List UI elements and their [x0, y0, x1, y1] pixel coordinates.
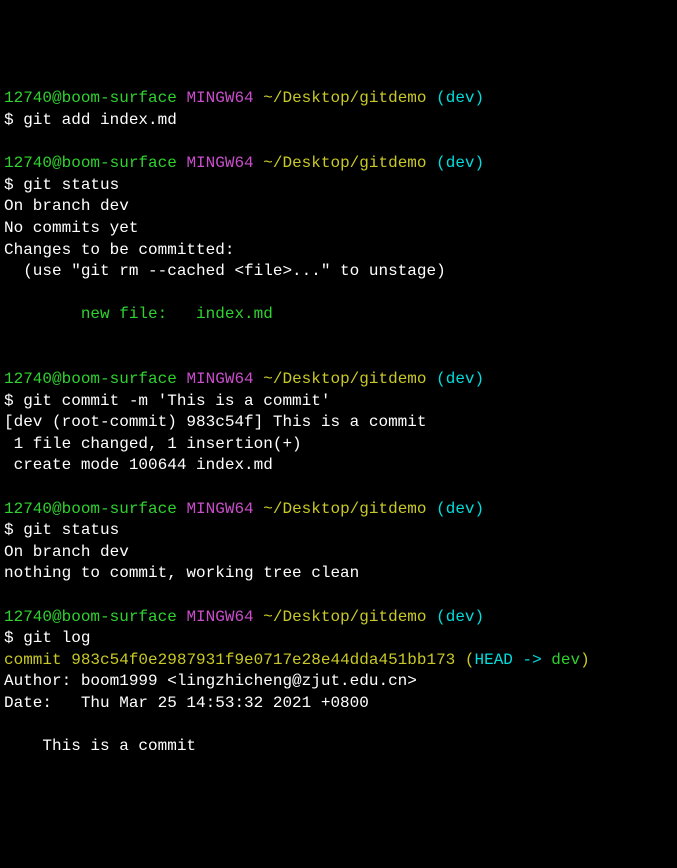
output-line: (use "git rm --cached <file>..." to unst…: [4, 261, 673, 283]
output-line: [dev (root-commit) 983c54f] This is a co…: [4, 412, 673, 434]
commit-hash: 983c54f0e2987931f9e0717e28e44dda451bb173: [71, 651, 455, 669]
branch-name: (dev): [436, 370, 484, 388]
prompt-line: 12740@boom-surface MINGW64 ~/Desktop/git…: [4, 499, 673, 521]
user-host: 12740@boom-surface: [4, 370, 177, 388]
user-host: 12740@boom-surface: [4, 154, 177, 172]
command-line: $ git log: [4, 628, 673, 650]
shell-name: MINGW64: [186, 500, 253, 518]
cwd-path: ~/Desktop/gitdemo: [263, 500, 426, 518]
branch-name: (dev): [436, 608, 484, 626]
prompt-line: 12740@boom-surface MINGW64 ~/Desktop/git…: [4, 607, 673, 629]
blank-line: [4, 283, 673, 305]
command-line: $ git commit -m 'This is a commit': [4, 391, 673, 413]
user-host: 12740@boom-surface: [4, 608, 177, 626]
commit-label: commit: [4, 651, 71, 669]
output-line: No commits yet: [4, 218, 673, 240]
output-line: On branch dev: [4, 196, 673, 218]
blank-line: [4, 477, 673, 499]
prompt-line: 12740@boom-surface MINGW64 ~/Desktop/git…: [4, 153, 673, 175]
ref-open: (: [455, 651, 474, 669]
cwd-path: ~/Desktop/gitdemo: [263, 154, 426, 172]
author-line: Author: boom1999 <lingzhicheng@zjut.edu.…: [4, 671, 673, 693]
commit-line: commit 983c54f0e2987931f9e0717e28e44dda4…: [4, 650, 673, 672]
staged-file-line: new file: index.md: [4, 304, 673, 326]
output-line: 1 file changed, 1 insertion(+): [4, 434, 673, 456]
cwd-path: ~/Desktop/gitdemo: [263, 370, 426, 388]
shell-name: MINGW64: [186, 89, 253, 107]
cwd-path: ~/Desktop/gitdemo: [263, 608, 426, 626]
branch-name: (dev): [436, 500, 484, 518]
shell-name: MINGW64: [186, 370, 253, 388]
prompt-line: 12740@boom-surface MINGW64 ~/Desktop/git…: [4, 369, 673, 391]
user-host: 12740@boom-surface: [4, 500, 177, 518]
ref-head: HEAD ->: [474, 651, 551, 669]
output-line: nothing to commit, working tree clean: [4, 563, 673, 585]
prompt-line: 12740@boom-surface MINGW64 ~/Desktop/git…: [4, 88, 673, 110]
blank-line: [4, 132, 673, 154]
user-host: 12740@boom-surface: [4, 89, 177, 107]
blank-line: [4, 348, 673, 370]
output-line: create mode 100644 index.md: [4, 455, 673, 477]
blank-line: [4, 585, 673, 607]
command-line: $ git add index.md: [4, 110, 673, 132]
branch-name: (dev): [436, 154, 484, 172]
shell-name: MINGW64: [186, 154, 253, 172]
terminal[interactable]: 12740@boom-surface MINGW64 ~/Desktop/git…: [4, 88, 673, 757]
shell-name: MINGW64: [186, 608, 253, 626]
branch-name: (dev): [436, 89, 484, 107]
ref-branch: dev: [551, 651, 580, 669]
cwd-path: ~/Desktop/gitdemo: [263, 89, 426, 107]
command-line: $ git status: [4, 175, 673, 197]
blank-line: [4, 715, 673, 737]
blank-line: [4, 326, 673, 348]
ref-close: ): [580, 651, 590, 669]
command-line: $ git status: [4, 520, 673, 542]
output-line: On branch dev: [4, 542, 673, 564]
commit-message: This is a commit: [4, 736, 673, 758]
date-line: Date: Thu Mar 25 14:53:32 2021 +0800: [4, 693, 673, 715]
output-line: Changes to be committed:: [4, 240, 673, 262]
